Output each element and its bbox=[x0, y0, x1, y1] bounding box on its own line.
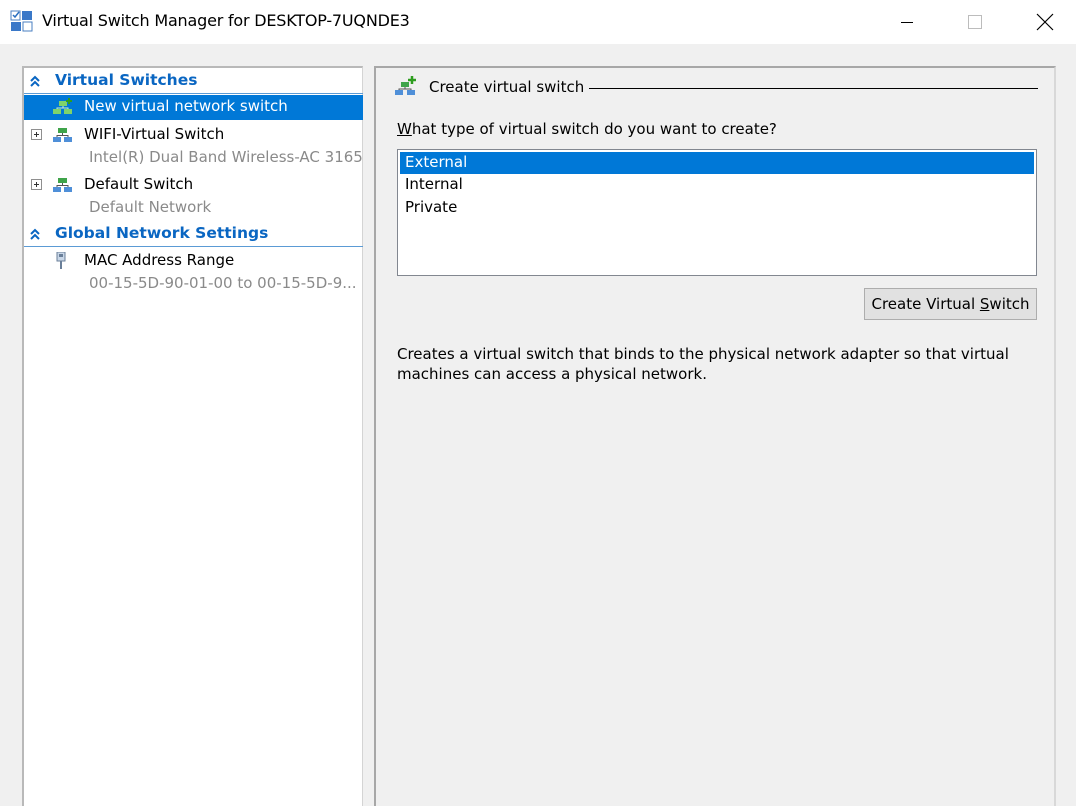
section-header-virtual-switches[interactable]: Virtual Switches bbox=[24, 70, 363, 94]
group-title: Create virtual switch bbox=[429, 78, 585, 96]
list-item-external[interactable]: External bbox=[400, 152, 1034, 174]
tree-item-label: New virtual network switch bbox=[84, 97, 288, 115]
maximize-button[interactable] bbox=[952, 0, 998, 44]
expand-icon[interactable] bbox=[31, 179, 42, 190]
section-label: Virtual Switches bbox=[55, 71, 198, 89]
maximize-icon bbox=[968, 15, 982, 29]
tree-item-default-switch[interactable]: Default Switch bbox=[24, 173, 363, 198]
switch-manager-icon bbox=[10, 10, 33, 32]
double-chevron-up-icon bbox=[30, 228, 40, 240]
tree-item-sublabel: Default Network bbox=[89, 198, 212, 216]
tree-item-sublabel: 00-15-5D-90-01-00 to 00-15-5D-9... bbox=[89, 274, 357, 292]
create-virtual-switch-button[interactable]: Create Virtual Switch bbox=[864, 288, 1037, 320]
tree-item-wifi-virtual-switch[interactable]: WIFI-Virtual Switch bbox=[24, 123, 363, 148]
switch-type-label: What type of virtual switch do you want … bbox=[397, 120, 777, 138]
minimize-button[interactable] bbox=[884, 0, 930, 44]
switch-tree-pane: Virtual Switches New virtual network swi… bbox=[22, 66, 363, 806]
list-item-private[interactable]: Private bbox=[400, 197, 1034, 219]
switch-type-listbox[interactable]: External Internal Private bbox=[397, 149, 1037, 276]
new-switch-icon bbox=[53, 98, 72, 114]
expand-icon[interactable] bbox=[31, 129, 42, 140]
tree-item-new-virtual-network-switch[interactable]: New virtual network switch bbox=[24, 95, 363, 120]
double-chevron-up-icon bbox=[30, 75, 40, 87]
tree-item-sublabel: Intel(R) Dual Band Wireless-AC 3165 bbox=[89, 148, 363, 166]
close-button[interactable] bbox=[1022, 0, 1068, 44]
group-divider bbox=[589, 88, 1038, 89]
tree-item-label: WIFI-Virtual Switch bbox=[84, 125, 225, 143]
tree-item-label: Default Switch bbox=[84, 175, 194, 193]
network-cable-icon bbox=[56, 252, 66, 269]
close-icon bbox=[1036, 13, 1054, 31]
tree-item-mac-address-range[interactable]: MAC Address Range bbox=[24, 249, 363, 274]
list-item-internal[interactable]: Internal bbox=[400, 174, 1034, 196]
network-switch-icon bbox=[53, 178, 72, 192]
tree-item-label: MAC Address Range bbox=[84, 251, 235, 269]
section-header-global-network-settings[interactable]: Global Network Settings bbox=[24, 223, 363, 247]
switch-type-description: Creates a virtual switch that binds to t… bbox=[397, 345, 1009, 383]
window-title: Virtual Switch Manager for DESKTOP-7UQND… bbox=[42, 11, 410, 30]
title-bar: Virtual Switch Manager for DESKTOP-7UQND… bbox=[0, 0, 1076, 44]
details-pane: Create virtual switch What type of virtu… bbox=[374, 66, 1056, 806]
section-label: Global Network Settings bbox=[55, 224, 269, 242]
minimize-icon bbox=[901, 22, 913, 23]
new-switch-icon bbox=[395, 76, 416, 95]
network-switch-icon bbox=[53, 128, 72, 142]
